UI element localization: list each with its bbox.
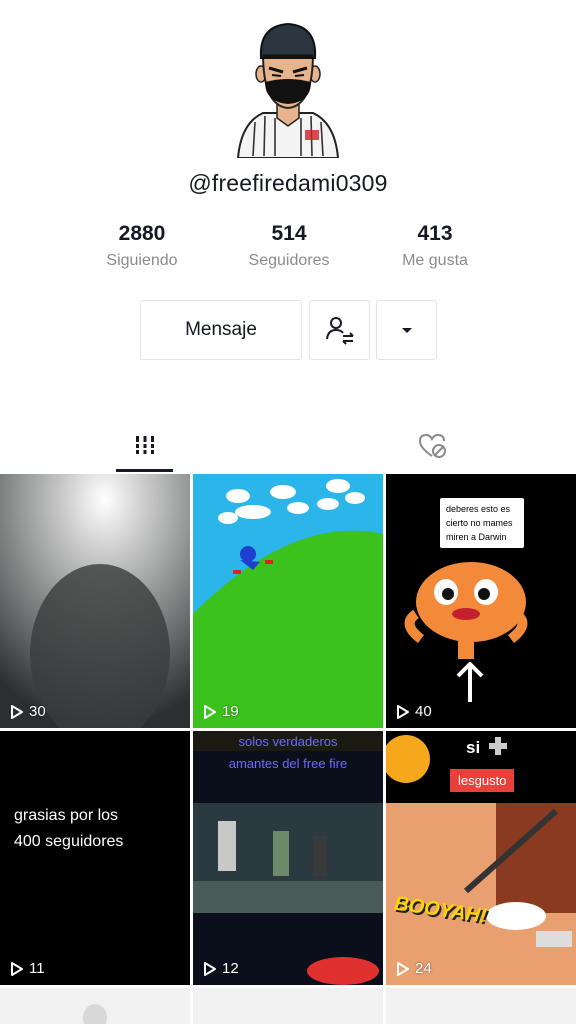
play-icon	[397, 961, 409, 976]
view-count: 12	[203, 960, 239, 977]
following-label: Siguiendo	[106, 252, 178, 269]
video-thumbnail[interactable]	[0, 988, 190, 1024]
video-7-image	[83, 1004, 107, 1024]
video-3-image	[404, 562, 528, 702]
grid-icon	[132, 435, 157, 454]
follow-toggle-button[interactable]	[309, 300, 370, 360]
video-thumbnail[interactable]: 30	[0, 474, 190, 728]
video-thumbnail[interactable]	[386, 988, 576, 1024]
stat-likes[interactable]: 413 Me gusta	[375, 222, 495, 270]
following-count: 2880	[118, 222, 166, 245]
caret-down-icon	[401, 328, 412, 333]
profile-tabs	[0, 420, 576, 472]
stat-followers[interactable]: 514 Seguidores	[229, 222, 349, 270]
overlay-line-2: 400 seguidores	[14, 833, 124, 850]
play-icon	[11, 961, 23, 976]
username: @freefiredami0309	[188, 170, 388, 196]
video-thumbnail[interactable]: si lesgusto BOOYAH! 24	[386, 731, 576, 985]
stat-following[interactable]: 2880 Siguiendo	[82, 222, 202, 270]
profile-avatar[interactable]	[233, 18, 343, 159]
play-icon	[204, 961, 216, 976]
message-button-label: Mensaje	[185, 319, 257, 340]
video-overlay-text: solos verdaderos amantes del free fire	[193, 731, 383, 775]
person-swap-icon	[325, 317, 354, 345]
view-count-value: 11	[29, 960, 45, 977]
video-thumbnail[interactable]: deberes esto es cierto no mames miren a …	[386, 474, 576, 728]
video-overlay-text: grasias por los 400 seguidores	[14, 803, 123, 855]
view-count-value: 30	[29, 703, 46, 720]
heart-hidden-icon	[418, 433, 446, 458]
video-2-image	[193, 474, 383, 728]
overlay-top: si	[466, 738, 481, 757]
more-options-button[interactable]	[376, 300, 437, 360]
view-count-value: 19	[222, 703, 239, 720]
likes-label: Me gusta	[402, 252, 468, 269]
video-grid: 30 19 deberes esto es cierto no mames mi…	[0, 474, 576, 1024]
view-count: 19	[203, 703, 239, 720]
profile-stats: 2880 Siguiendo 514 Seguidores 413 Me gus…	[0, 222, 576, 282]
view-count-value: 12	[222, 960, 239, 977]
view-count: 40	[396, 703, 432, 720]
video-1-image	[0, 474, 190, 728]
view-count: 11	[10, 960, 45, 977]
followers-label: Seguidores	[248, 252, 330, 269]
overlay-line-1: solos verdaderos	[238, 734, 338, 749]
plus-icon	[488, 737, 507, 755]
play-icon	[11, 704, 23, 719]
overlay-line-1: grasias por los	[14, 807, 119, 824]
view-count-value: 40	[415, 703, 432, 720]
video-badge: lesgusto	[450, 769, 515, 792]
view-count: 30	[10, 703, 46, 720]
video-thumbnail[interactable]: solos verdaderos amantes del free fire 1…	[193, 731, 383, 985]
overlay-line-2: amantes del free fire	[228, 756, 348, 771]
tab-videos[interactable]	[116, 420, 173, 472]
likes-count: 413	[417, 222, 453, 245]
play-icon	[204, 704, 216, 719]
view-count-value: 24	[415, 960, 432, 977]
tab-liked[interactable]	[404, 420, 461, 472]
followers-count: 514	[271, 222, 307, 245]
video-thumbnail[interactable]: 19	[193, 474, 383, 728]
video-overlay-top-text: si	[466, 735, 507, 758]
view-count: 24	[396, 960, 432, 977]
video-thumbnail[interactable]: grasias por los 400 seguidores 11	[0, 731, 190, 985]
video-thumbnail[interactable]	[193, 988, 383, 1024]
message-button[interactable]: Mensaje	[140, 300, 302, 360]
play-icon	[397, 704, 409, 719]
